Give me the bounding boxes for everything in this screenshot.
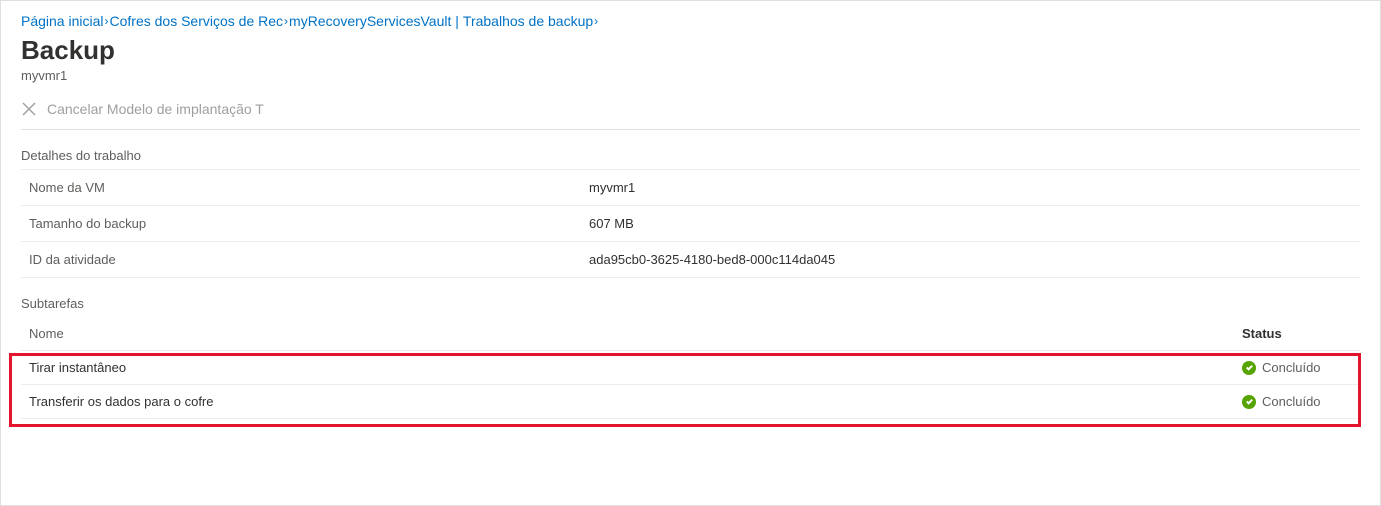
details-table: Nome da VM myvmr1 Tamanho do backup 607 …: [21, 169, 1360, 278]
subtask-status-text: Concluído: [1262, 394, 1321, 409]
details-section-label: Detalhes do trabalho: [21, 148, 1360, 163]
success-icon: [1242, 361, 1256, 375]
details-value: myvmr1: [581, 170, 1360, 206]
table-row: Tirar instantâneo Concluído: [21, 351, 1360, 385]
column-header-name: Nome: [29, 326, 1242, 341]
subtasks-section-label: Subtarefas: [21, 296, 1360, 311]
subtask-status: Concluído: [1242, 394, 1352, 409]
details-row: Tamanho do backup 607 MB: [21, 206, 1360, 242]
chevron-right-icon: ›: [105, 14, 109, 28]
table-row: Transferir os dados para o cofre Concluí…: [21, 385, 1360, 419]
subtask-name: Transferir os dados para o cofre: [29, 394, 1242, 409]
details-label: Tamanho do backup: [21, 206, 581, 242]
chevron-right-icon: ›: [284, 14, 288, 28]
page-subtitle: myvmr1: [21, 68, 1360, 83]
subtask-status: Concluído: [1242, 360, 1352, 375]
page-title: Backup: [21, 35, 1360, 66]
close-icon: [21, 101, 37, 117]
breadcrumb-item-vault[interactable]: myRecoveryServicesVault |: [289, 13, 459, 29]
subtasks-header: Nome Status: [21, 317, 1360, 351]
cancel-button: Cancelar Modelo de implantação T: [47, 101, 264, 117]
breadcrumb-item-home[interactable]: Página inicial: [21, 13, 104, 29]
details-label: Nome da VM: [21, 170, 581, 206]
column-header-status: Status: [1242, 326, 1352, 341]
details-value: ada95cb0-3625-4180-bed8-000c114da045: [581, 242, 1360, 278]
subtask-status-text: Concluído: [1262, 360, 1321, 375]
chevron-right-icon: ›: [594, 14, 598, 28]
success-icon: [1242, 395, 1256, 409]
subtask-name: Tirar instantâneo: [29, 360, 1242, 375]
details-label: ID da atividade: [21, 242, 581, 278]
subtasks-table: Nome Status Tirar instantâneo Concluído …: [21, 317, 1360, 419]
details-row: Nome da VM myvmr1: [21, 170, 1360, 206]
breadcrumb: Página inicial › Cofres dos Serviços de …: [21, 13, 1360, 29]
details-value: 607 MB: [581, 206, 1360, 242]
breadcrumb-item-vaults[interactable]: Cofres dos Serviços de Rec: [110, 13, 284, 29]
toolbar: Cancelar Modelo de implantação T: [21, 93, 1360, 130]
details-row: ID da atividade ada95cb0-3625-4180-bed8-…: [21, 242, 1360, 278]
breadcrumb-item-jobs[interactable]: Trabalhos de backup: [463, 13, 593, 29]
